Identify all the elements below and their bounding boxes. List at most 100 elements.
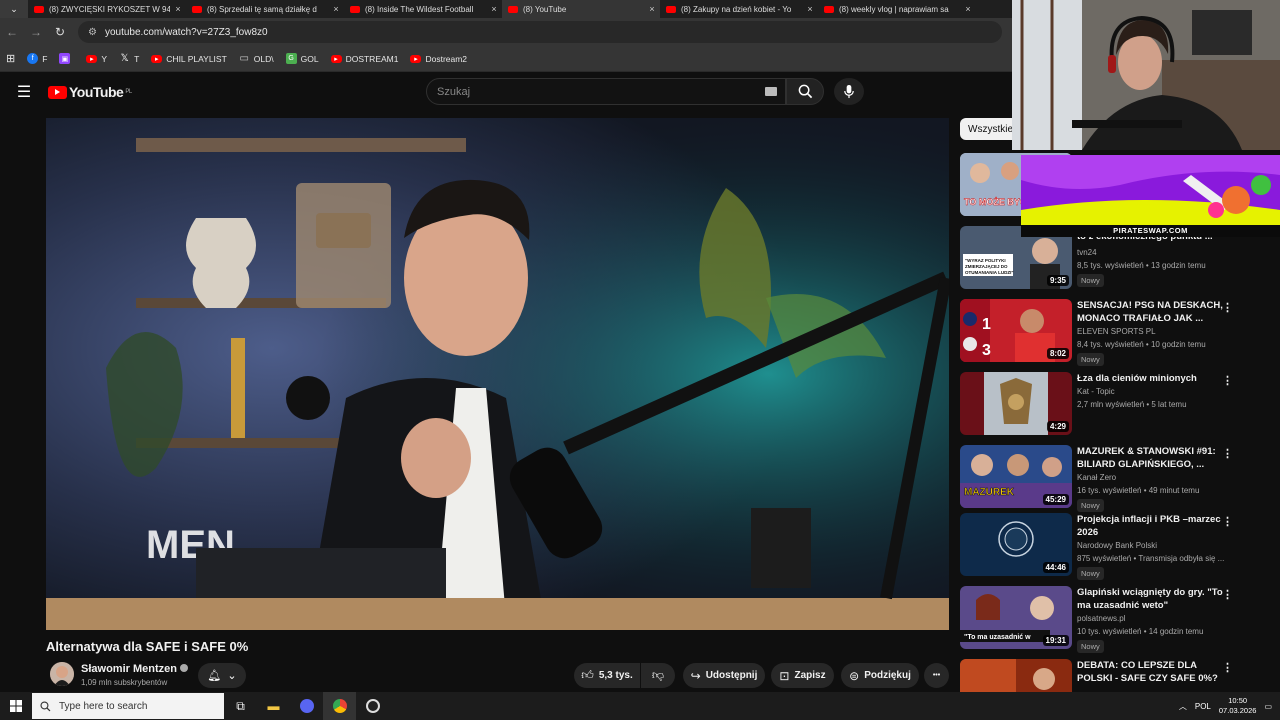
video-thumbnail[interactable]: 44:46 <box>960 513 1072 576</box>
tab-search-chevron-down-icon[interactable]: ⌄ <box>0 0 28 18</box>
svg-text:"To ma uzasadnić w: "To ma uzasadnić w <box>964 634 1031 641</box>
back-arrow-icon[interactable]: ← <box>0 25 24 39</box>
browser-tab[interactable]: (8) Inside The Wildest Football × <box>344 0 502 18</box>
recommendation-item[interactable]: 44:46 Projekcja inflacji i PKB –marzec 2… <box>960 513 1260 580</box>
keyboard-icon[interactable] <box>765 87 777 96</box>
share-button[interactable]: ↪ Udostępnij <box>683 663 765 688</box>
windows-start-icon[interactable] <box>0 692 32 720</box>
tray-chevron-up-icon[interactable]: ︿ <box>1179 701 1187 712</box>
recommendation-title[interactable]: MAZUREK & STANOWSKI #91: BILIARD GLAPIŃS… <box>1077 445 1227 471</box>
recommendation-channel[interactable]: Kat - Topic <box>1077 387 1115 396</box>
forward-arrow-icon[interactable]: → <box>24 25 48 39</box>
recommendation-title[interactable]: Łza dla cieniów minionych <box>1077 372 1227 385</box>
recommendation-title[interactable]: Glapiński wciągnięty do gry. "To ma uzas… <box>1077 586 1227 612</box>
save-button[interactable]: ⊡ Zapisz <box>771 663 834 688</box>
browser-tab[interactable]: (8) weekly vlog | naprawiam sa × <box>818 0 976 18</box>
notifications-button[interactable]: 🔔︎ ⌄ <box>198 663 246 688</box>
like-button[interactable]: 👍︎ 5,3 tys. <box>574 663 640 688</box>
apps-grid-icon[interactable]: ⊞ <box>6 52 15 65</box>
more-options-icon[interactable]: ⋮ <box>1222 301 1233 314</box>
bookmark-item[interactable]: ▸ DOSTREAM1 <box>330 54 398 64</box>
bookmark-item[interactable]: ▸ CHIL PLAYLIST <box>151 54 227 64</box>
recommendation-title[interactable]: Projekcja inflacji i PKB –marzec 2026 <box>1077 513 1227 539</box>
voice-search-button[interactable] <box>834 78 864 105</box>
bookmark-item[interactable]: G GOL <box>285 53 319 64</box>
recommendation-item[interactable]: "To ma uzasadnić w 19:31 Glapiński wciąg… <box>960 586 1260 653</box>
browser-tab-active[interactable]: (8) YouTube × <box>502 0 660 18</box>
thanks-button[interactable]: ⊜ Podziękuj <box>841 663 919 688</box>
file-explorer-icon[interactable]: ▬ <box>257 692 290 720</box>
more-options-icon[interactable]: ⋮ <box>1222 447 1233 460</box>
video-thumbnail[interactable]: "To ma uzasadnić w 19:31 <box>960 586 1072 649</box>
video-thumbnail[interactable]: 1 3 8:02 <box>960 299 1072 362</box>
youtube-logo[interactable]: YouTube PL <box>48 84 132 100</box>
bookmark-item[interactable]: ▸ Y <box>86 54 107 64</box>
reload-icon[interactable]: ↻ <box>48 25 72 39</box>
facebook-icon: f <box>27 53 39 64</box>
tab-close-icon[interactable]: × <box>802 4 818 14</box>
more-options-icon[interactable]: ⋮ <box>1222 588 1233 601</box>
bookmark-item[interactable]: 𝕏T <box>119 53 140 64</box>
video-thumbnail[interactable] <box>960 659 1072 693</box>
taskbar-search-input[interactable]: Type here to search <box>32 693 224 719</box>
recommendation-channel[interactable]: polsatnews.pl <box>1077 614 1125 623</box>
hamburger-menu-icon[interactable]: ☰ <box>0 82 48 102</box>
more-options-icon[interactable]: ⋮ <box>1222 374 1233 387</box>
channel-name[interactable]: Sławomir Mentzen <box>81 663 188 675</box>
recommendation-channel[interactable]: tvn24 <box>1077 248 1097 257</box>
new-badge: Nowy <box>1077 567 1104 580</box>
recommendation-channel[interactable]: ELEVEN SPORTS PL <box>1077 327 1156 336</box>
tab-title: (8) Zakupy na dzień kobiet - Yo <box>681 4 792 14</box>
recommendation-title[interactable]: SENSACJA! PSG NA DESKACH, MONACO TRAFIAŁ… <box>1077 299 1227 325</box>
save-label: Zapisz <box>794 670 826 681</box>
more-options-icon[interactable]: ⋮ <box>1222 515 1233 528</box>
recommendation-meta: 8,5 tys. wyświetleń • 13 godzin temu <box>1077 261 1206 270</box>
browser-tab[interactable]: (8) ZWYCIĘSKI RYKOSZET W 94 × <box>28 0 186 18</box>
recommendation-item[interactable]: MAZUREK 45:29 MAZUREK & STANOWSKI #91: B… <box>960 445 1260 512</box>
bookmark-item[interactable]: ▭ OLD\ <box>239 53 274 64</box>
clock[interactable]: 10:50 07.03.2026 <box>1219 696 1257 716</box>
obs-icon[interactable] <box>356 692 389 720</box>
more-actions-button[interactable]: ••• <box>924 663 949 688</box>
recommendation-channel[interactable]: Kanał Zero <box>1077 473 1116 482</box>
search-button[interactable] <box>786 78 824 105</box>
dislike-button[interactable]: 👎︎ <box>641 663 675 688</box>
tab-close-icon[interactable]: × <box>644 4 660 14</box>
discord-icon[interactable] <box>290 692 323 720</box>
chrome-icon[interactable] <box>323 692 356 720</box>
task-view-icon[interactable]: ⧉ <box>224 692 257 720</box>
bookmark-item[interactable]: ▣ <box>59 53 74 64</box>
tab-close-icon[interactable]: × <box>170 4 186 14</box>
browser-tab-strip: ⌄ (8) ZWYCIĘSKI RYKOSZET W 94 × (8) Sprze… <box>0 0 1012 18</box>
youtube-favicon-icon <box>34 5 44 13</box>
new-badge: Nowy <box>1077 353 1104 366</box>
tab-close-icon[interactable]: × <box>486 4 502 14</box>
url-field[interactable]: ⚙ youtube.com/watch?v=27Z3_fow8z0 <box>78 21 1002 43</box>
recommendation-title[interactable]: DEBATA: CO LEPSZE DLA POLSKI - SAFE CZY … <box>1077 659 1227 685</box>
svg-text:TO MOŻE BYĆ: TO MOŻE BYĆ <box>964 196 1027 207</box>
bookmark-label: OLD\ <box>253 53 274 64</box>
search-input[interactable]: Szukaj <box>426 78 786 105</box>
recommendation-item[interactable]: DEBATA: CO LEPSZE DLA POLSKI - SAFE CZY … <box>960 659 1260 693</box>
notification-icon[interactable]: ▭ <box>1264 702 1272 711</box>
video-thumbnail[interactable]: MAZUREK 45:29 <box>960 445 1072 508</box>
recommendation-channel[interactable]: Narodowy Bank Polski <box>1077 541 1157 550</box>
bookmark-item[interactable]: fF <box>27 53 47 64</box>
ad-banner-art <box>1021 155 1280 225</box>
video-player[interactable]: MEN <box>46 118 949 630</box>
tab-close-icon[interactable]: × <box>328 4 344 14</box>
tab-close-icon[interactable]: × <box>960 4 976 14</box>
more-options-icon[interactable]: ⋮ <box>1222 661 1233 674</box>
url-text: youtube.com/watch?v=27Z3_fow8z0 <box>104 26 268 38</box>
browser-tab[interactable]: (8) Sprzedali tę samą działkę d × <box>186 0 344 18</box>
bookmark-item[interactable]: ▸ Dostream2 <box>410 54 467 64</box>
video-thumbnail[interactable]: 4:29 <box>960 372 1072 435</box>
recommendation-item[interactable]: 1 3 8:02 SENSACJA! PSG NA DESKACH, MONACO… <box>960 299 1260 366</box>
svg-text:1: 1 <box>982 316 991 333</box>
language-indicator[interactable]: POL <box>1195 702 1211 711</box>
recommendation-item[interactable]: 4:29 Łza dla cieniów minionych Kat - Top… <box>960 372 1260 438</box>
site-info-icon[interactable]: ⚙ <box>88 27 97 38</box>
channel-name-text: Sławomir Mentzen <box>81 663 177 675</box>
channel-avatar[interactable] <box>50 662 74 686</box>
browser-tab[interactable]: (8) Zakupy na dzień kobiet - Yo × <box>660 0 818 18</box>
